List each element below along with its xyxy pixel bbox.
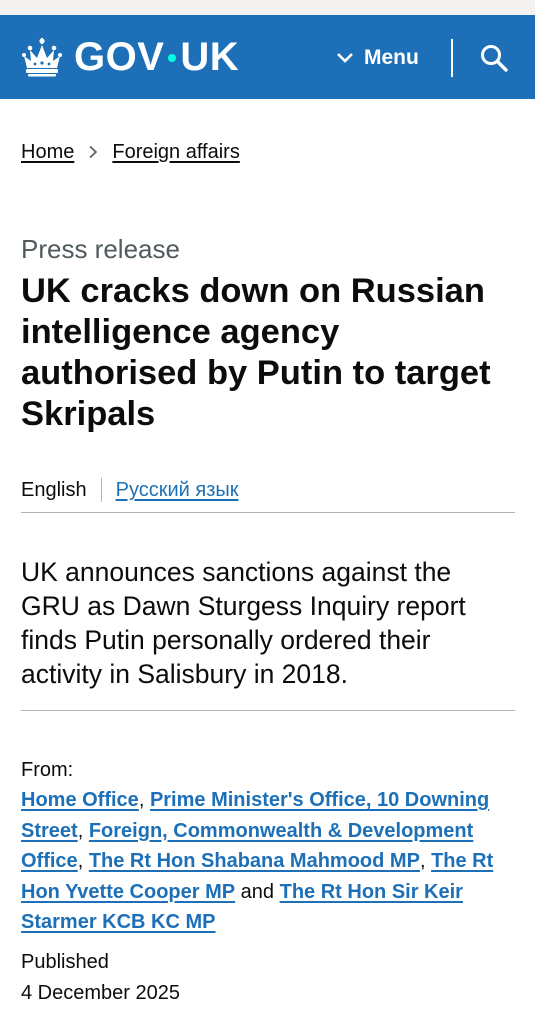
lede-summary: UK announces sanctions against the GRU a…: [21, 557, 466, 689]
chevron-down-icon: [337, 53, 353, 63]
published-label: Published: [21, 951, 109, 973]
list-separator: ,: [138, 789, 150, 811]
list-separator: ,: [77, 850, 89, 872]
search-icon: [481, 45, 508, 72]
search-button[interactable]: [479, 43, 509, 73]
divider: [21, 512, 515, 513]
site-header: GOV UK Menu: [0, 15, 535, 99]
published-date: 4 December 2025: [21, 982, 180, 1004]
divider: [21, 710, 515, 711]
from-label: From:: [21, 759, 74, 781]
language-separator: [100, 478, 102, 502]
breadcrumb-home-link[interactable]: Home: [21, 138, 74, 166]
logo-text-gov: GOV: [74, 35, 165, 79]
govuk-logo-link[interactable]: GOV UK: [20, 35, 239, 79]
header-divider: [451, 39, 453, 77]
page-title: UK cracks down on Russian intelligence a…: [21, 272, 491, 433]
breadcrumb: Home Foreign affairs: [21, 138, 240, 166]
list-separator: and: [235, 880, 280, 903]
russian-language-link[interactable]: Русский язык: [116, 476, 239, 504]
language-switcher: English Русский язык: [21, 476, 239, 504]
govuk-wordmark: GOV UK: [74, 35, 239, 79]
from-organisations-list: Home Office, Prime Minister's Office, 10…: [21, 785, 511, 938]
chevron-right-icon: [88, 145, 98, 159]
list-separator: ,: [419, 850, 432, 872]
person-link-shabana-mahmood[interactable]: The Rt Hon Shabana Mahmood MP: [89, 850, 420, 872]
org-link-home-office[interactable]: Home Office: [21, 789, 139, 811]
list-separator: ,: [77, 819, 89, 842]
document-type-caption: Press release: [21, 234, 180, 264]
crown-icon: [22, 38, 62, 77]
menu-button[interactable]: Menu: [336, 43, 419, 73]
breadcrumb-foreign-affairs-link[interactable]: Foreign affairs: [112, 138, 239, 166]
logo-text-uk: UK: [180, 35, 240, 79]
status-strip: [0, 0, 535, 15]
logo-dot-icon: [168, 54, 177, 62]
current-language: English: [21, 479, 87, 501]
menu-button-label: Menu: [364, 46, 419, 69]
